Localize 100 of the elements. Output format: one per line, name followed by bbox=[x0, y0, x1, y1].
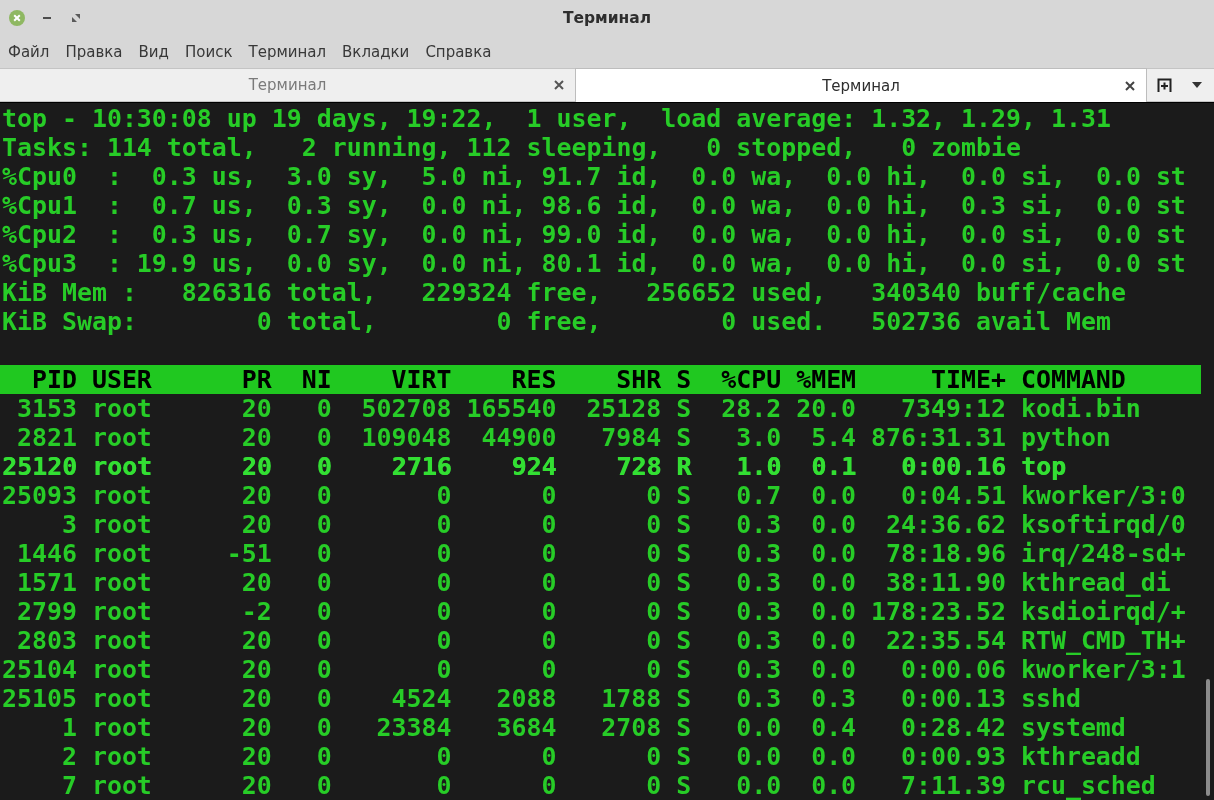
table-cell: 0.3 bbox=[736, 684, 782, 713]
table-cell: 109048 bbox=[361, 423, 452, 452]
table-cell: 2 bbox=[61, 742, 77, 771]
column-header: PR bbox=[241, 365, 272, 394]
table-cell: 2708 bbox=[601, 713, 662, 742]
table-cell: 0.3 bbox=[811, 684, 857, 713]
new-tab-icon[interactable] bbox=[1157, 78, 1172, 92]
table-cell: S bbox=[676, 423, 692, 452]
table-cell: 0 bbox=[436, 742, 452, 771]
table-cell: 0.0 bbox=[811, 568, 857, 597]
caret-icon[interactable] bbox=[1192, 82, 1202, 88]
menu-item[interactable]: Файл bbox=[8, 43, 50, 61]
table-cell: 3153 bbox=[16, 394, 77, 423]
table-cell: 23384 bbox=[376, 713, 452, 742]
table-cell: 0 bbox=[436, 655, 452, 684]
summary-line: %Cpu3 : 19.9 us, 0.0 sy, 0.0 ni, 80.1 id, 0.0 wa, 0.0 hi, 0.0 si, 0.0 st bbox=[2, 249, 1186, 278]
table-cell: irq/248-sd+ bbox=[1020, 539, 1186, 568]
summary-line: KiB Swap: 0 total, 0 free, 0 used. 502736 avail Mem bbox=[2, 307, 1111, 336]
table-cell: 0 bbox=[541, 771, 557, 800]
table-cell: top bbox=[1020, 452, 1066, 481]
table-cell: 0 bbox=[436, 539, 452, 568]
summary-line: KiB Mem : 826316 total, 229324 free, 256652 used, 340340 buff/cache bbox=[2, 278, 1126, 307]
scrollbar-thumb[interactable] bbox=[1206, 679, 1210, 796]
table-cell: 0 bbox=[316, 481, 332, 510]
maximize-icon[interactable] bbox=[72, 14, 80, 22]
table-cell: 924 bbox=[511, 452, 557, 481]
table-cell: kodi.bin bbox=[1020, 394, 1141, 423]
table-cell: 0 bbox=[436, 626, 452, 655]
tab[interactable]: Терминал bbox=[0, 68, 575, 102]
table-cell: 0.1 bbox=[811, 452, 857, 481]
column-header: SHR bbox=[616, 365, 662, 394]
table-cell: 20 bbox=[241, 713, 272, 742]
close-icon[interactable] bbox=[554, 80, 564, 90]
table-cell: 25105 bbox=[2, 684, 77, 713]
table-cell: 0.3 bbox=[736, 626, 782, 655]
table-cell: 1 bbox=[61, 713, 77, 742]
table-cell: 0 bbox=[646, 539, 662, 568]
table-cell: 0 bbox=[436, 771, 452, 800]
table-cell: 0 bbox=[316, 423, 332, 452]
table-cell: root bbox=[91, 452, 152, 481]
table-cell: 0.0 bbox=[811, 539, 857, 568]
table-cell: 5.4 bbox=[811, 423, 857, 452]
table-cell: 0 bbox=[541, 481, 557, 510]
table-cell: 0.0 bbox=[811, 510, 857, 539]
table-cell: kthreadd bbox=[1020, 742, 1141, 771]
table-cell: root bbox=[91, 510, 152, 539]
table-cell: 0:00.16 bbox=[901, 452, 1006, 481]
menu-item[interactable]: Справка bbox=[425, 43, 492, 61]
table-cell: systemd bbox=[1020, 713, 1126, 742]
table-cell: 0 bbox=[316, 394, 332, 423]
window-title: Терминал bbox=[562, 9, 652, 27]
menu-item[interactable]: Поиск bbox=[184, 43, 233, 61]
table-cell: 0 bbox=[646, 655, 662, 684]
table-cell: 0.3 bbox=[736, 597, 782, 626]
table-cell: 0 bbox=[316, 597, 332, 626]
table-cell: rcu_sched bbox=[1020, 771, 1156, 800]
table-cell: 24:36.62 bbox=[886, 510, 1006, 539]
table-cell: ksdioirqd/+ bbox=[1020, 597, 1186, 626]
table-cell: 20 bbox=[241, 423, 272, 452]
table-cell: 0 bbox=[646, 597, 662, 626]
table-cell: 0 bbox=[436, 597, 452, 626]
table-cell: 3 bbox=[61, 510, 77, 539]
column-header: S bbox=[676, 365, 692, 394]
table-cell: S bbox=[676, 568, 692, 597]
table-cell: root bbox=[91, 771, 152, 800]
table-cell: sshd bbox=[1020, 684, 1081, 713]
close-icon[interactable] bbox=[1125, 80, 1135, 91]
table-cell: 22:35.54 bbox=[886, 626, 1006, 655]
table-cell: -2 bbox=[241, 597, 272, 626]
table-cell: S bbox=[676, 510, 692, 539]
tab[interactable]: Терминал bbox=[575, 68, 1147, 102]
menu-item[interactable]: Терминал bbox=[248, 43, 327, 61]
column-header: %MEM bbox=[796, 365, 857, 394]
table-cell: RTW_CMD_TH+ bbox=[1020, 626, 1186, 655]
summary-line: Tasks: 114 total, 2 running, 112 sleeping, 0 stopped, 0 zombie bbox=[2, 133, 1021, 162]
menu-item[interactable]: Вкладки bbox=[342, 43, 410, 61]
table-cell: 0 bbox=[541, 626, 557, 655]
table-cell: 2716 bbox=[391, 452, 452, 481]
table-cell: 2088 bbox=[496, 684, 557, 713]
menu-item[interactable]: Правка bbox=[65, 43, 123, 61]
column-header: %CPU bbox=[721, 365, 782, 394]
table-cell: 20 bbox=[241, 568, 272, 597]
table-cell: 20 bbox=[241, 684, 272, 713]
table-cell: 0 bbox=[646, 481, 662, 510]
table-cell: 0.0 bbox=[736, 713, 782, 742]
table-cell: 0:00.13 bbox=[901, 684, 1006, 713]
table-cell: S bbox=[676, 481, 692, 510]
table-cell: 0 bbox=[541, 510, 557, 539]
table-cell: 25093 bbox=[2, 481, 77, 510]
menu-item[interactable]: Вид bbox=[138, 43, 169, 61]
table-cell: 0.3 bbox=[736, 568, 782, 597]
table-cell: 28.2 bbox=[721, 394, 782, 423]
table-cell: 1788 bbox=[601, 684, 662, 713]
table-cell: kworker/3:1 bbox=[1020, 655, 1186, 684]
table-cell: 0 bbox=[646, 771, 662, 800]
table-cell: 0 bbox=[646, 510, 662, 539]
table-cell: 2799 bbox=[16, 597, 77, 626]
table-cell: 7 bbox=[61, 771, 77, 800]
table-cell: 0 bbox=[316, 655, 332, 684]
table-cell: 0 bbox=[316, 626, 332, 655]
